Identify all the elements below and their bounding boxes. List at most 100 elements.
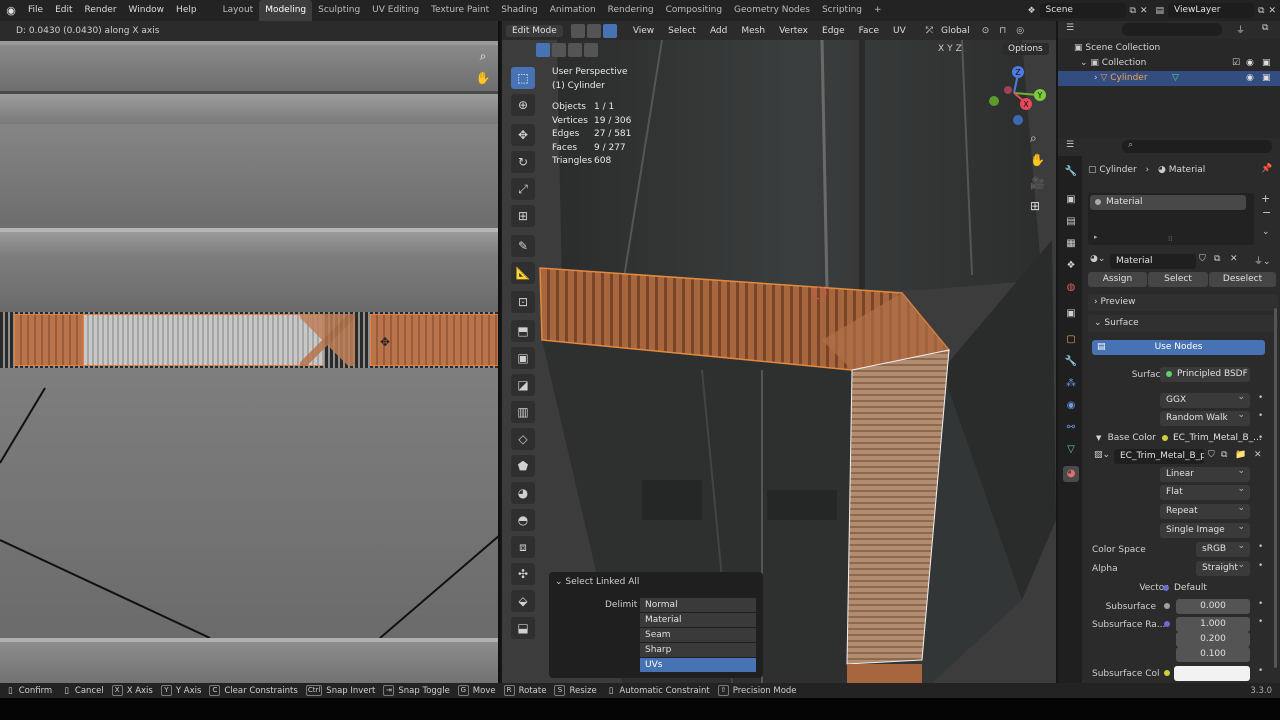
add-workspace-button[interactable]: + <box>868 0 888 21</box>
edge-slide-tool[interactable]: ⧈ <box>511 536 535 558</box>
measure-tool[interactable]: 📐 <box>511 262 535 284</box>
filter-icon[interactable]: ⏚⌄ <box>1254 254 1271 267</box>
tab-scripting[interactable]: Scripting <box>816 0 868 21</box>
uv-selected-island[interactable] <box>14 314 84 366</box>
render-tab-icon[interactable]: ▣ <box>1063 192 1079 208</box>
scale-tool[interactable]: ⤢ <box>511 178 535 200</box>
rip-tool[interactable]: ⬓ <box>511 617 535 639</box>
tool-tab-icon[interactable]: 🔧 <box>1063 164 1079 180</box>
collection-tab-icon[interactable]: ▣ <box>1063 306 1079 322</box>
surface-panel-header[interactable]: ⌄ Surface <box>1088 315 1278 332</box>
menu-add[interactable]: Add <box>704 26 733 36</box>
outliner-search-input[interactable] <box>1122 23 1222 36</box>
shrink-fatten-tool[interactable]: ✣ <box>511 563 535 585</box>
transform-tool[interactable]: ⊞ <box>511 205 535 227</box>
subsurface-radius-x[interactable]: 1.000 <box>1176 617 1250 632</box>
menu-mesh[interactable]: Mesh <box>735 26 771 36</box>
poly-build-tool[interactable]: ⬟ <box>511 455 535 477</box>
subsurface-color-swatch[interactable] <box>1174 666 1250 681</box>
surface-shader-field[interactable]: Principled BSDF <box>1160 367 1250 382</box>
interpolation-dropdown[interactable]: Linear <box>1160 467 1250 482</box>
proportional-edit-icon[interactable]: ◎ <box>1016 26 1024 36</box>
tab-modeling[interactable]: Modeling <box>259 0 313 21</box>
new-scene-icon[interactable]: ⧉ <box>1130 6 1136 16</box>
image-name-field[interactable]: EC_Trim_Metal_B_p... <box>1114 449 1204 464</box>
outliner-row-collection[interactable]: ⌄ ▣ Collection ☑ ◉ ▣ <box>1058 56 1280 71</box>
extension-dropdown[interactable]: Repeat <box>1160 504 1250 519</box>
new-view-layer-icon[interactable]: ⧉ <box>1258 6 1264 16</box>
uv-selected-island[interactable] <box>300 314 355 366</box>
edge-select-icon[interactable] <box>586 23 601 38</box>
eye-icon[interactable]: ◉ <box>1246 71 1254 86</box>
tab-rendering[interactable]: Rendering <box>602 0 660 21</box>
duplicate-icon[interactable]: ⧉ <box>1214 254 1220 264</box>
spin-tool[interactable]: ◕ <box>511 482 535 504</box>
uv-editor[interactable]: D: 0.0430 (0.0430) along X axis ✥ ⌕ ✋ <box>0 21 500 683</box>
select-box-tool[interactable]: ⬚ <box>511 67 535 89</box>
pivot-icon[interactable]: ⊙ <box>982 26 990 36</box>
chevron-down-icon[interactable]: ⌄ <box>1080 58 1090 68</box>
delimit-seam-option[interactable]: Seam <box>640 628 756 642</box>
menu-window[interactable]: Window <box>123 0 171 21</box>
knife-tool[interactable]: ◇ <box>511 428 535 450</box>
move-tool[interactable]: ✥ <box>511 124 535 146</box>
camera-icon[interactable]: ▣ <box>1262 56 1271 71</box>
menu-select[interactable]: Select <box>662 26 702 36</box>
material-slots-list[interactable]: Material ▸ ⁞⁞ <box>1088 193 1254 245</box>
zoom-icon[interactable]: ⌕ <box>1030 131 1037 146</box>
material-browse-icon[interactable]: ◕⌄ <box>1090 254 1105 264</box>
unlink-icon[interactable]: ✕ <box>1254 450 1262 460</box>
navigation-gizmo[interactable]: Z Y X <box>986 63 1046 125</box>
distribution-dropdown[interactable]: GGX <box>1160 393 1250 408</box>
delete-scene-icon[interactable]: ✕ <box>1140 6 1148 16</box>
props-scrollbar[interactable] <box>1274 308 1277 668</box>
outliner[interactable]: ☰ ⌕ ⏚ ⧉ ▣ Scene Collection ⌄ ▣ Collectio… <box>1058 21 1280 138</box>
properties-editor[interactable]: ☰ ⌕ 🔧 ▣ ▤ ▦ ❖ ◍ ▣ ▢ 🔧 ⁂ ◉ ⚯ ▽ ◕ ▢ Cylind… <box>1058 138 1280 683</box>
select-intersect-icon[interactable] <box>584 43 598 57</box>
subsurface-radius-y[interactable]: 0.200 <box>1176 632 1250 647</box>
shear-tool[interactable]: ⬙ <box>511 590 535 612</box>
menu-vertex[interactable]: Vertex <box>773 26 814 36</box>
base-color-link[interactable]: EC_Trim_Metal_B_... <box>1162 433 1262 443</box>
duplicate-icon[interactable]: ⧉ <box>1221 450 1227 460</box>
pan-hand-icon[interactable]: ✋ <box>1030 153 1045 167</box>
zoom-icon[interactable]: ⌕ <box>474 49 492 67</box>
delete-view-layer-icon[interactable]: ✕ <box>1268 6 1276 16</box>
select-new-icon[interactable] <box>536 43 550 57</box>
eye-icon[interactable]: ◉ <box>1246 56 1254 71</box>
subsurface-method-dropdown[interactable]: Random Walk <box>1160 411 1250 426</box>
select-button[interactable]: Select <box>1148 272 1208 287</box>
new-collection-icon[interactable]: ⧉ <box>1262 23 1268 33</box>
object-tab-icon[interactable]: ▢ <box>1063 332 1079 348</box>
unlink-icon[interactable]: ✕ <box>1230 254 1238 264</box>
menu-help[interactable]: Help <box>170 0 203 21</box>
editor-type-icon[interactable]: ☰ <box>1066 140 1074 150</box>
smooth-tool[interactable]: ◓ <box>511 509 535 531</box>
tab-uv-editing[interactable]: UV Editing <box>366 0 425 21</box>
keyframe-dot-icon[interactable]: • <box>1258 433 1263 443</box>
cursor-tool[interactable]: ⊕ <box>511 94 535 116</box>
modifier-tab-icon[interactable]: 🔧 <box>1063 354 1079 370</box>
color-space-dropdown[interactable]: sRGB <box>1196 542 1250 557</box>
checkbox-icon[interactable]: ☑ <box>1232 56 1240 71</box>
annotate-tool[interactable]: ✎ <box>511 235 535 257</box>
tab-sculpting[interactable]: Sculpting <box>312 0 366 21</box>
select-extend-icon[interactable] <box>552 43 566 57</box>
snap-icon[interactable]: ⊓ <box>999 26 1006 36</box>
deselect-button[interactable]: Deselect <box>1209 272 1276 287</box>
fake-user-icon[interactable]: ⛉ <box>1208 450 1215 460</box>
source-dropdown[interactable]: Single Image <box>1160 523 1250 538</box>
blender-logo-icon[interactable]: ◉ <box>0 4 22 17</box>
physics-tab-icon[interactable]: ◉ <box>1063 398 1079 414</box>
particles-tab-icon[interactable]: ⁂ <box>1063 376 1079 392</box>
vector-value[interactable]: Default <box>1163 583 1207 593</box>
tab-layout[interactable]: Layout <box>217 0 260 21</box>
tab-shading[interactable]: Shading <box>495 0 544 21</box>
material-slot-item[interactable]: Material <box>1090 195 1246 210</box>
material-tab-icon[interactable]: ◕ <box>1063 466 1079 482</box>
world-tab-icon[interactable]: ◍ <box>1063 280 1079 296</box>
select-linked-panel[interactable]: ⌄ Select Linked All Delimit Normal Mater… <box>549 572 763 678</box>
keyframe-dot-icon[interactable]: • <box>1258 666 1263 676</box>
keyframe-dot-icon[interactable]: • <box>1258 599 1263 609</box>
chevron-down-icon[interactable]: ⌄ <box>1262 227 1270 237</box>
